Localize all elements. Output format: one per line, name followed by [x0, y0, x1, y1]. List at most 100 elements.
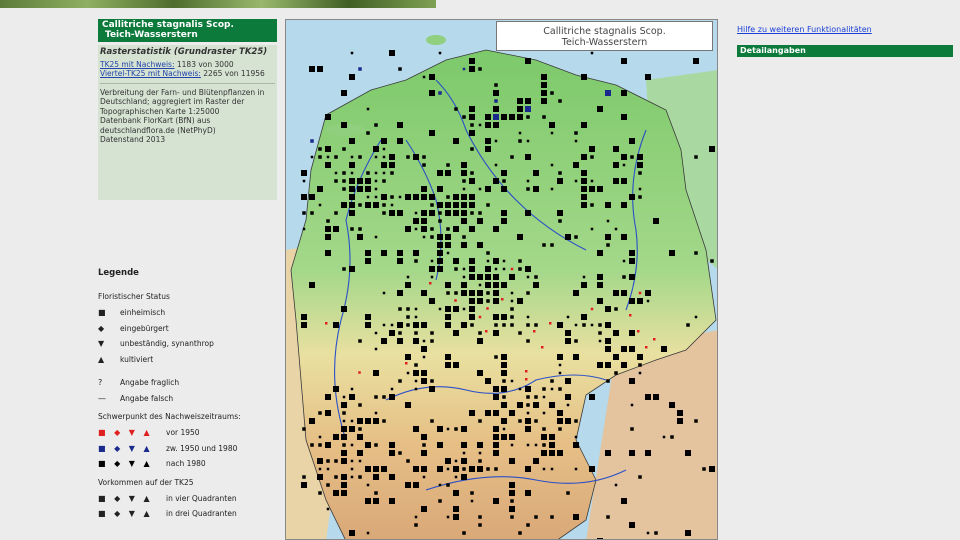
occurrence-marker	[453, 226, 459, 232]
occurrence-marker	[374, 195, 378, 199]
occurrence-marker	[454, 107, 458, 111]
occurrence-marker	[445, 306, 451, 312]
occurrence-marker	[509, 490, 515, 496]
occurrence-marker	[445, 234, 451, 240]
occurrence-marker	[526, 443, 530, 447]
occurrence-marker	[637, 298, 643, 304]
occurrence-marker	[629, 298, 635, 304]
occurrence-marker	[558, 427, 562, 431]
occurrence-marker	[349, 194, 355, 200]
occurrence-marker	[478, 283, 482, 287]
occurrence-marker	[526, 187, 530, 191]
occurrence-marker	[366, 195, 370, 199]
occurrence-marker	[326, 459, 330, 463]
occurrence-marker	[533, 402, 539, 408]
occurrence-marker	[565, 234, 571, 240]
viertel-tk25-link[interactable]: Viertel-TK25 mit Nachweis:	[100, 69, 201, 78]
occurrence-marker	[565, 394, 571, 400]
occurrence-marker	[550, 515, 554, 519]
occurrence-marker	[325, 162, 331, 168]
occurrence-marker	[414, 307, 418, 311]
occurrence-marker	[518, 419, 522, 423]
occurrence-title: Vorkommen auf der TK25	[98, 477, 194, 487]
occurrence-marker	[534, 443, 538, 447]
occurrence-marker	[342, 147, 346, 151]
occurrence-marker	[397, 122, 403, 128]
occurrence-marker	[493, 258, 499, 264]
occurrence-marker	[301, 194, 307, 200]
legend-label: einheimisch	[120, 308, 166, 318]
occurrence-marker	[526, 411, 530, 415]
legend-row: ■ einheimisch	[98, 305, 278, 321]
occurrence-marker	[461, 162, 467, 168]
occurrence-marker	[437, 170, 443, 176]
occurrence-marker	[469, 194, 475, 200]
occurrence-marker	[350, 443, 354, 447]
occurrence-marker	[453, 466, 459, 472]
occurrence-marker	[501, 386, 507, 392]
occurrence-marker	[494, 139, 498, 143]
species-name: Callitriche stagnalis Scop.	[102, 20, 234, 30]
occurrence-marker	[438, 219, 442, 223]
occurrence-marker	[629, 378, 635, 384]
occurrence-marker	[526, 139, 530, 143]
occurrence-marker	[318, 147, 322, 151]
occurrence-marker	[469, 106, 475, 112]
occurrence-marker	[374, 123, 378, 127]
map-title-name: Callitriche stagnalis Scop.	[543, 26, 666, 37]
distribution-map[interactable]: Callitriche stagnalis Scop. Teich-Wasser…	[285, 19, 718, 540]
divider	[100, 82, 275, 84]
occurrence-marker	[453, 138, 459, 144]
occurrence-marker	[638, 363, 642, 367]
occurrence-marker	[637, 354, 643, 360]
occurrence-marker	[341, 434, 347, 440]
occurrence-marker	[661, 346, 667, 352]
occurrence-marker	[453, 194, 459, 200]
occurrence-marker	[525, 418, 531, 424]
occurrence-marker	[485, 146, 491, 152]
occurrence-marker	[462, 307, 466, 311]
detail-header[interactable]: Detailangaben	[737, 45, 953, 57]
occurrence-marker	[510, 443, 514, 447]
occurrence-marker	[302, 427, 306, 431]
occurrence-marker	[421, 450, 427, 456]
occurrence-marker	[645, 394, 651, 400]
occurrence-marker	[501, 114, 507, 120]
occurrence-marker	[469, 410, 475, 416]
occurrence-marker	[365, 250, 371, 256]
occurrence-marker	[429, 386, 435, 392]
occurrence-marker	[414, 515, 418, 519]
occurrence-marker	[421, 322, 427, 328]
occurrence-marker	[389, 442, 395, 448]
occurrence-marker	[430, 275, 434, 279]
occurrence-marker	[526, 115, 530, 119]
occurrence-marker	[486, 203, 490, 207]
occurrence-marker	[341, 490, 347, 496]
occurrence-marker	[493, 426, 499, 432]
occurrence-marker	[398, 451, 402, 455]
occurrence-marker	[446, 195, 450, 199]
occurrence-marker	[534, 275, 538, 279]
occurrence-marker	[589, 466, 595, 472]
occurrence-marker	[526, 403, 530, 407]
occurrence-marker	[374, 155, 378, 159]
occurrence-marker	[613, 178, 619, 184]
occurrence-marker	[525, 154, 531, 160]
occurrence-marker	[526, 275, 530, 279]
occurrence-marker	[638, 371, 642, 375]
occurrence-marker	[653, 338, 656, 341]
occurrence-marker	[582, 275, 586, 279]
occurrence-marker	[405, 482, 411, 488]
legend-symbol-icon: ■ ◆ ▼ ▲	[98, 428, 153, 438]
tk25-link[interactable]: TK25 mit Nachweis:	[100, 60, 175, 69]
help-link[interactable]: Hilfe zu weiteren Funktionalitäten	[737, 25, 872, 34]
occurrence-marker	[509, 458, 515, 464]
occurrence-marker	[525, 106, 531, 112]
occurrence-marker	[349, 394, 355, 400]
occurrence-marker	[405, 226, 411, 232]
occurrence-marker	[677, 418, 683, 424]
occurrence-marker	[533, 282, 539, 288]
occurrence-marker	[542, 427, 546, 431]
occurrence-marker	[486, 299, 490, 303]
occurrence-marker	[629, 522, 635, 528]
